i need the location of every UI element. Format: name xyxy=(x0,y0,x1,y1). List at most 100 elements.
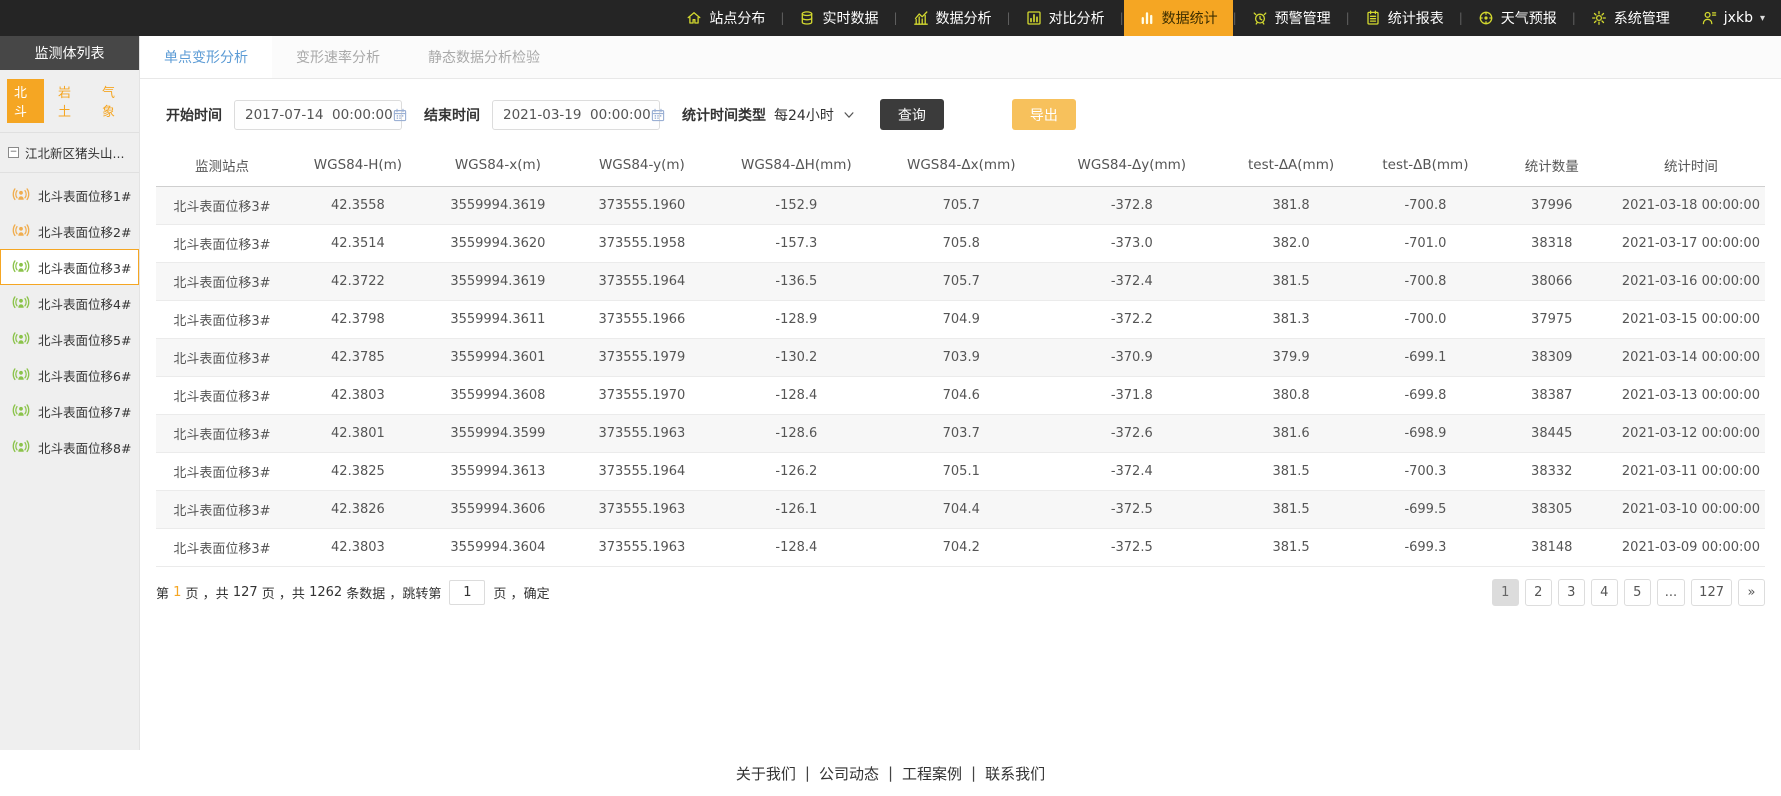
page-ellipsis[interactable]: ... xyxy=(1657,579,1685,606)
table-cell: 42.3514 xyxy=(288,225,428,263)
table-cell: 42.3825 xyxy=(288,453,428,491)
table-cell: 704.4 xyxy=(877,491,1046,529)
table-row[interactable]: 北斗表面位移3#42.35143559994.3620373555.1958-1… xyxy=(156,225,1765,263)
analysis-tab[interactable]: 单点变形分析 xyxy=(140,36,272,78)
footer-link[interactable]: 工程案例 xyxy=(902,763,962,784)
nav-item[interactable]: 数据分析 xyxy=(898,0,1007,36)
station-item[interactable]: 北斗表面位移5# xyxy=(0,321,139,357)
table-cell: 373555.1960 xyxy=(568,187,716,225)
jump-page-input[interactable] xyxy=(449,580,485,605)
station-item[interactable]: 北斗表面位移3# xyxy=(0,249,139,285)
report-icon xyxy=(1365,10,1381,26)
table-cell: -372.5 xyxy=(1046,529,1218,567)
column-header: test-ΔA(mm) xyxy=(1218,146,1364,187)
next-page-button[interactable]: » xyxy=(1738,579,1765,606)
page-button[interactable]: 4 xyxy=(1591,579,1618,606)
sidebar-tab[interactable]: 岩土 xyxy=(51,79,88,123)
station-icon xyxy=(12,331,30,347)
page-button[interactable]: 127 xyxy=(1691,579,1732,606)
nav-item[interactable]: 站点分布 xyxy=(671,0,780,36)
station-item[interactable]: 北斗表面位移6# xyxy=(0,357,139,393)
table-cell: 北斗表面位移3# xyxy=(156,491,288,529)
table-cell: 381.8 xyxy=(1218,187,1364,225)
pagination: 第 1 页 ，共 127 页 ，共 1262 条数据 ，跳转第页 ，确定 123… xyxy=(140,567,1781,606)
table-cell: -128.6 xyxy=(716,415,877,453)
tree-root[interactable]: − 江北新区猪头山... xyxy=(0,133,139,173)
column-header: WGS84-Δy(mm) xyxy=(1046,146,1218,187)
footer-divider: | xyxy=(971,764,976,782)
table-cell: 381.3 xyxy=(1218,301,1364,339)
table-row[interactable]: 北斗表面位移3#42.35583559994.3619373555.1960-1… xyxy=(156,187,1765,225)
table-header-row: 监测站点WGS84-H(m)WGS84-x(m)WGS84-y(m)WGS84-… xyxy=(156,146,1765,187)
table-cell: 38318 xyxy=(1487,225,1617,263)
table-cell: 3559994.3606 xyxy=(428,491,568,529)
station-label: 北斗表面位移2# xyxy=(38,222,131,241)
table-cell: 381.6 xyxy=(1218,415,1364,453)
alarm-icon xyxy=(1252,10,1268,26)
confirm-jump-button[interactable]: 确定 xyxy=(524,583,550,602)
table-cell: 3559994.3619 xyxy=(428,263,568,301)
analysis-tab[interactable]: 静态数据分析检验 xyxy=(404,36,564,78)
table-cell: 373555.1964 xyxy=(568,453,716,491)
filter-bar: 开始时间 2017-07-14 00:00:00 结束时间 2021-03-19… xyxy=(140,79,1781,146)
nav-item[interactable]: 实时数据 xyxy=(784,0,893,36)
body: 监测体列表 北斗岩土气象 − 江北新区猪头山... 北斗表面位移1#北斗表面位移… xyxy=(0,36,1781,750)
nav-item[interactable]: 数据统计 xyxy=(1124,0,1233,36)
table-cell: 2021-03-10 00:00:00 xyxy=(1617,491,1765,529)
end-time-input[interactable]: 2021-03-19 00:00:00 xyxy=(492,100,660,130)
collapse-icon[interactable]: − xyxy=(8,147,19,158)
table-cell: 705.7 xyxy=(877,187,1046,225)
calendar-icon[interactable] xyxy=(651,108,665,122)
column-header: WGS84-x(m) xyxy=(428,146,568,187)
footer-link[interactable]: 公司动态 xyxy=(819,763,879,784)
analysis-tab[interactable]: 变形速率分析 xyxy=(272,36,404,78)
export-button[interactable]: 导出 xyxy=(1012,99,1076,130)
table-row[interactable]: 北斗表面位移3#42.38263559994.3606373555.1963-1… xyxy=(156,491,1765,529)
start-time-input[interactable]: 2017-07-14 00:00:00 xyxy=(234,100,402,130)
station-item[interactable]: 北斗表面位移7# xyxy=(0,393,139,429)
station-item[interactable]: 北斗表面位移8# xyxy=(0,429,139,465)
nav-item[interactable]: 对比分析 xyxy=(1011,0,1120,36)
table-cell: 北斗表面位移3# xyxy=(156,339,288,377)
nav-item[interactable]: 系统管理 xyxy=(1576,0,1685,36)
station-label: 北斗表面位移1# xyxy=(38,186,131,205)
table-row[interactable]: 北斗表面位移3#42.38013559994.3599373555.1963-1… xyxy=(156,415,1765,453)
table-row[interactable]: 北斗表面位移3#42.37853559994.3601373555.1979-1… xyxy=(156,339,1765,377)
table-cell: 北斗表面位移3# xyxy=(156,453,288,491)
table-row[interactable]: 北斗表面位移3#42.38033559994.3604373555.1963-1… xyxy=(156,529,1765,567)
table-row[interactable]: 北斗表面位移3#42.37983559994.3611373555.1966-1… xyxy=(156,301,1765,339)
stat-interval-select[interactable]: 每24小时 xyxy=(774,105,856,125)
table-cell: 2021-03-09 00:00:00 xyxy=(1617,529,1765,567)
table-cell: -699.1 xyxy=(1364,339,1486,377)
table-cell: 373555.1979 xyxy=(568,339,716,377)
page-button[interactable]: 5 xyxy=(1624,579,1651,606)
sidebar-tab[interactable]: 北斗 xyxy=(7,79,44,123)
table-row[interactable]: 北斗表面位移3#42.38253559994.3613373555.1964-1… xyxy=(156,453,1765,491)
table-cell: -700.0 xyxy=(1364,301,1486,339)
page-button[interactable]: 3 xyxy=(1558,579,1585,606)
page-button[interactable]: 2 xyxy=(1525,579,1552,606)
table-cell: 38066 xyxy=(1487,263,1617,301)
table-cell: -126.2 xyxy=(716,453,877,491)
column-header: WGS84-ΔH(mm) xyxy=(716,146,877,187)
page-button[interactable]: 1 xyxy=(1492,579,1519,606)
nav-item-label: 统计报表 xyxy=(1388,8,1444,28)
query-button[interactable]: 查询 xyxy=(880,99,944,130)
calendar-icon[interactable] xyxy=(393,108,407,122)
station-item[interactable]: 北斗表面位移2# xyxy=(0,213,139,249)
station-item[interactable]: 北斗表面位移4# xyxy=(0,285,139,321)
pagination-text: 页 ， xyxy=(493,583,523,602)
footer-link[interactable]: 联系我们 xyxy=(985,763,1045,784)
sidebar-tabs: 北斗岩土气象 xyxy=(0,70,139,133)
table-cell: 2021-03-14 00:00:00 xyxy=(1617,339,1765,377)
nav-item[interactable]: 天气预报 xyxy=(1463,0,1572,36)
table-row[interactable]: 北斗表面位移3#42.38033559994.3608373555.1970-1… xyxy=(156,377,1765,415)
table-cell: 705.8 xyxy=(877,225,1046,263)
station-item[interactable]: 北斗表面位移1# xyxy=(0,177,139,213)
nav-item[interactable]: 预警管理 xyxy=(1237,0,1346,36)
table-row[interactable]: 北斗表面位移3#42.37223559994.3619373555.1964-1… xyxy=(156,263,1765,301)
sidebar-tab[interactable]: 气象 xyxy=(95,79,132,123)
user-menu[interactable]: jxkb ▾ xyxy=(1701,10,1765,26)
footer-link[interactable]: 关于我们 xyxy=(736,763,796,784)
nav-item[interactable]: 统计报表 xyxy=(1350,0,1459,36)
